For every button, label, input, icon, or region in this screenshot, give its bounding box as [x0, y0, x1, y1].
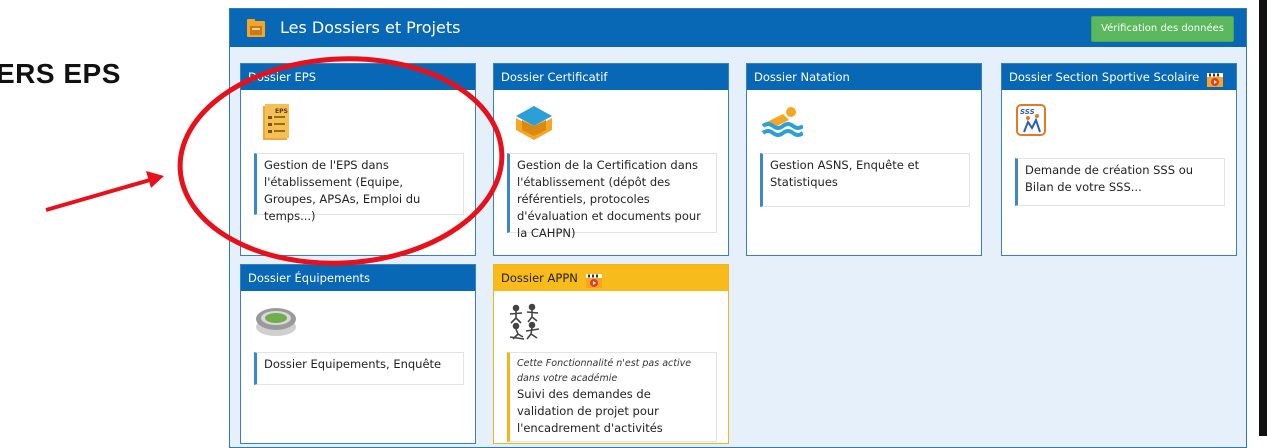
card-title: Dossier Section Sportive Scolaire: [1009, 70, 1200, 84]
inactive-feature-note: Cette Fonctionnalité n'est pas active da…: [517, 358, 692, 384]
card-description: Cette Fonctionnalité n'est pas active da…: [507, 352, 717, 442]
page-heading: ERS EPS: [0, 58, 121, 89]
svg-text:SSS: SSS: [1020, 108, 1035, 116]
svg-text:EPS: EPS: [275, 108, 288, 115]
verify-data-button[interactable]: Vérification des données: [1091, 16, 1234, 42]
card-description-text: Suivi des demandes de validation de proj…: [517, 387, 663, 435]
card-description: Demande de création SSS ou Bilan de votr…: [1015, 158, 1225, 206]
folder-icon: [246, 18, 266, 42]
video-icon[interactable]: [1206, 70, 1223, 87]
card-title: Dossier APPN: [501, 271, 578, 285]
video-icon[interactable]: [585, 271, 602, 288]
panel-title: Les Dossiers et Projets: [280, 18, 461, 37]
card-description: Gestion ASNS, Enquête et Statistiques: [760, 153, 970, 207]
stadium-icon: [255, 303, 297, 341]
card-dossier-appn[interactable]: Dossier APPN Cette Fonctionnalité n'est …: [493, 264, 729, 444]
graduation-cap-icon: [514, 104, 554, 148]
card-title: Dossier Natation: [747, 64, 981, 90]
annotation-arrow-head: [146, 171, 164, 188]
sss-icon: SSS: [1016, 104, 1046, 140]
card-dossier-equipements[interactable]: Dossier Équipements Dossier Equipements,…: [240, 264, 476, 444]
outdoor-sports-icon: [508, 303, 542, 345]
right-edge-bar: [1259, 0, 1267, 436]
eps-checklist-icon: EPS: [261, 104, 291, 146]
card-dossier-eps[interactable]: Dossier EPS EPS Gestion de l'EPS dans l'…: [240, 63, 476, 256]
card-dossier-certificatif[interactable]: Dossier Certificatif Gestion de la Certi…: [493, 63, 729, 256]
card-header: Dossier APPN: [494, 265, 728, 291]
card-description: Gestion de la Certification dans l'établ…: [507, 153, 717, 240]
card-title: Dossier EPS: [241, 64, 475, 90]
card-header: Dossier Section Sportive Scolaire: [1002, 64, 1236, 90]
annotation-arrow-line: [45, 178, 151, 212]
card-dossier-natation[interactable]: Dossier Natation Gestion ASNS, Enquête e…: [746, 63, 982, 256]
card-dossier-sss[interactable]: Dossier Section Sportive Scolaire SSS De…: [1001, 63, 1237, 256]
swimmer-icon: [761, 104, 805, 144]
panel-header: Les Dossiers et Projets Vérification des…: [230, 9, 1246, 47]
card-description: Gestion de l'EPS dans l'établissement (E…: [254, 153, 464, 223]
card-title: Dossier Certificatif: [494, 64, 728, 90]
card-title: Dossier Équipements: [241, 265, 475, 291]
card-description: Dossier Equipements, Enquête: [254, 352, 464, 385]
